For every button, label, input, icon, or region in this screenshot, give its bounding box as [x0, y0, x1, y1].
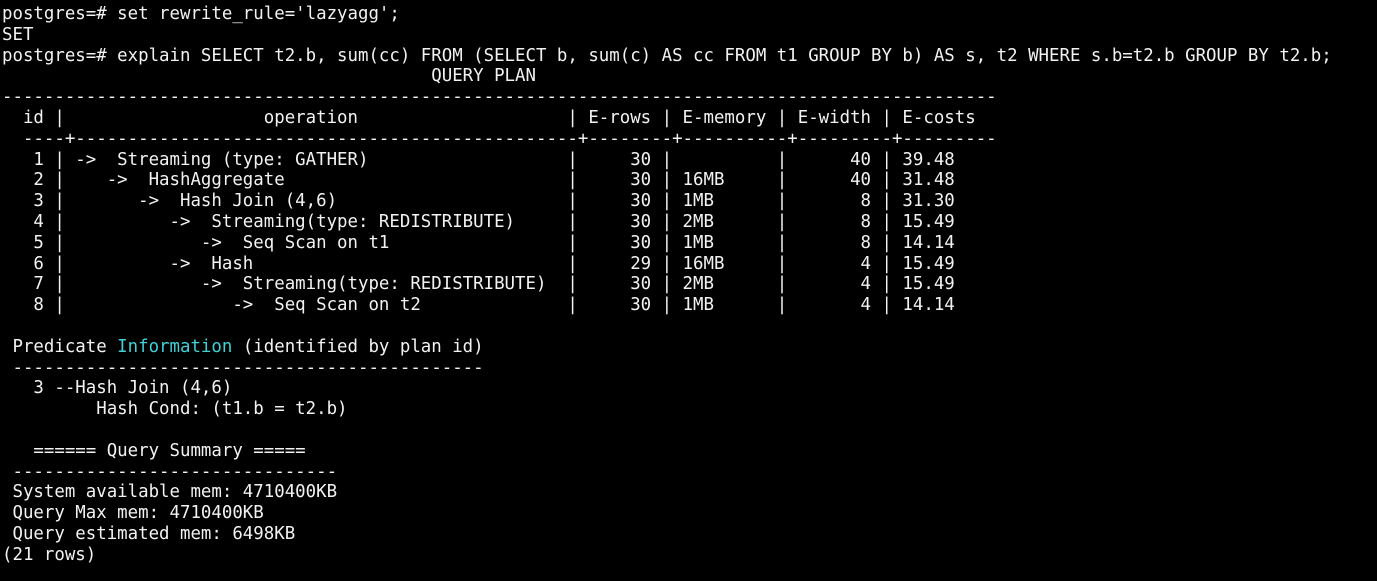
- summary-system-mem: System available mem: 4710400KB: [2, 482, 338, 503]
- table-row: 1 | -> Streaming (type: GATHER) | 30 | |…: [2, 149, 955, 170]
- table-header: id | operation | E-rows | E-memory | E-w…: [2, 107, 976, 128]
- table-header-separator: ----+-----------------------------------…: [2, 128, 997, 149]
- table-row: 7 | -> Streaming(type: REDISTRIBUTE) | 3…: [2, 274, 955, 295]
- table-row: 8 | -> Seq Scan on t2 | 30 | 1MB | 4 | 1…: [2, 295, 955, 316]
- predicate-entry: 3 --Hash Join (4,6): [2, 378, 233, 399]
- predicate-prefix: Predicate: [2, 336, 118, 357]
- table-row: 2 | -> HashAggregate | 30 | 16MB | 40 | …: [2, 170, 955, 191]
- query-summary-title: ====== Query Summary =====: [2, 440, 306, 461]
- predicate-info-header: Predicate Information (identified by pla…: [2, 337, 1377, 358]
- predicate-suffix: (identified by plan id): [232, 336, 484, 357]
- table-row: 3 | -> Hash Join (4,6) | 30 | 1MB | 8 | …: [2, 191, 955, 212]
- information-keyword: Information: [117, 336, 233, 357]
- summary-max-mem: Query Max mem: 4710400KB: [2, 503, 264, 524]
- output-set: SET: [2, 24, 34, 45]
- table-row: 5 | -> Seq Scan on t1 | 30 | 1MB | 8 | 1…: [2, 232, 955, 253]
- predicate-separator: ----------------------------------------…: [2, 357, 484, 378]
- query-summary-separator: -------------------------------: [2, 461, 338, 482]
- row-count: (21 rows): [2, 544, 97, 565]
- table-row: 6 | -> Hash | 29 | 16MB | 4 | 15.49: [2, 253, 955, 274]
- summary-estimated-mem: Query estimated mem: 6498KB: [2, 523, 296, 544]
- table-row: 4 | -> Streaming(type: REDISTRIBUTE) | 3…: [2, 211, 955, 232]
- table-top-rule: ----------------------------------------…: [2, 87, 997, 108]
- command-line-set: postgres=# set rewrite_rule='lazyagg';: [2, 4, 400, 24]
- terminal-window[interactable]: postgres=# set rewrite_rule='lazyagg'; S…: [0, 0, 1377, 581]
- command-line-explain: postgres=# explain SELECT t2.b, sum(cc) …: [2, 45, 1332, 66]
- predicate-condition: Hash Cond: (t1.b = t2.b): [2, 399, 348, 420]
- query-plan-title: QUERY PLAN: [2, 66, 536, 87]
